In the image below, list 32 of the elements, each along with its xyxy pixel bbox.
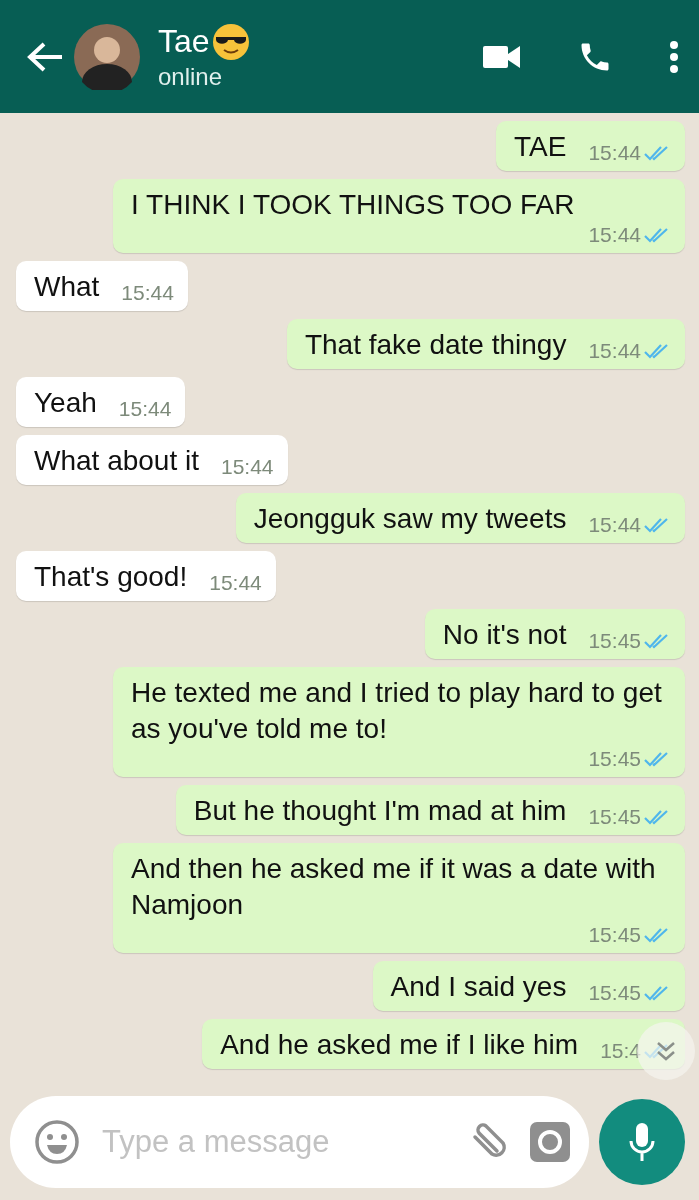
message-text: That's good!	[34, 560, 188, 594]
message-text: What about it	[34, 444, 199, 478]
message-time: 15:44	[221, 455, 274, 479]
message-text: But he thought I'm mad at him	[193, 794, 567, 828]
message-time: 15:44	[588, 513, 641, 537]
contact-status: online	[158, 62, 224, 91]
message-text: Yeah	[34, 386, 97, 420]
message-text: What	[34, 270, 100, 304]
message-time: 15:44	[209, 571, 262, 595]
message-time: 15:44	[588, 141, 641, 165]
message-text: And then he asked me if it was a date with Namjoon	[131, 852, 657, 922]
message-time: 15:4	[600, 1039, 641, 1063]
message-text: No it's not	[442, 618, 567, 652]
message-time: 15:45	[588, 805, 641, 829]
message-time: 15:45	[588, 747, 641, 771]
message-time: 15:45	[588, 923, 641, 947]
message-text: TAE	[514, 130, 567, 164]
message-input[interactable]: Type a message	[100, 1123, 447, 1161]
message-text: That fake date thingy	[304, 328, 567, 362]
message-text: Jeongguk saw my tweets	[253, 502, 567, 536]
message-time: 15:45	[588, 629, 641, 653]
message-text: I THINK I TOOK THINGS TOO FAR	[131, 188, 576, 222]
message-time: 15:44	[121, 281, 174, 305]
message-time: 15:44	[588, 339, 641, 363]
message-field[interactable]: Type a message	[10, 1096, 589, 1188]
message-text: And I said yes	[390, 970, 567, 1004]
message-text: He texted me and I tried to play hard to get as you've told me to!	[131, 676, 663, 746]
message-time: 15:45	[588, 981, 641, 1005]
message-text: And he asked me if I like him	[220, 1028, 579, 1062]
contact-name: Tae	[158, 23, 210, 60]
message-time: 15:44	[588, 223, 641, 247]
message-time: 15:44	[118, 397, 172, 421]
